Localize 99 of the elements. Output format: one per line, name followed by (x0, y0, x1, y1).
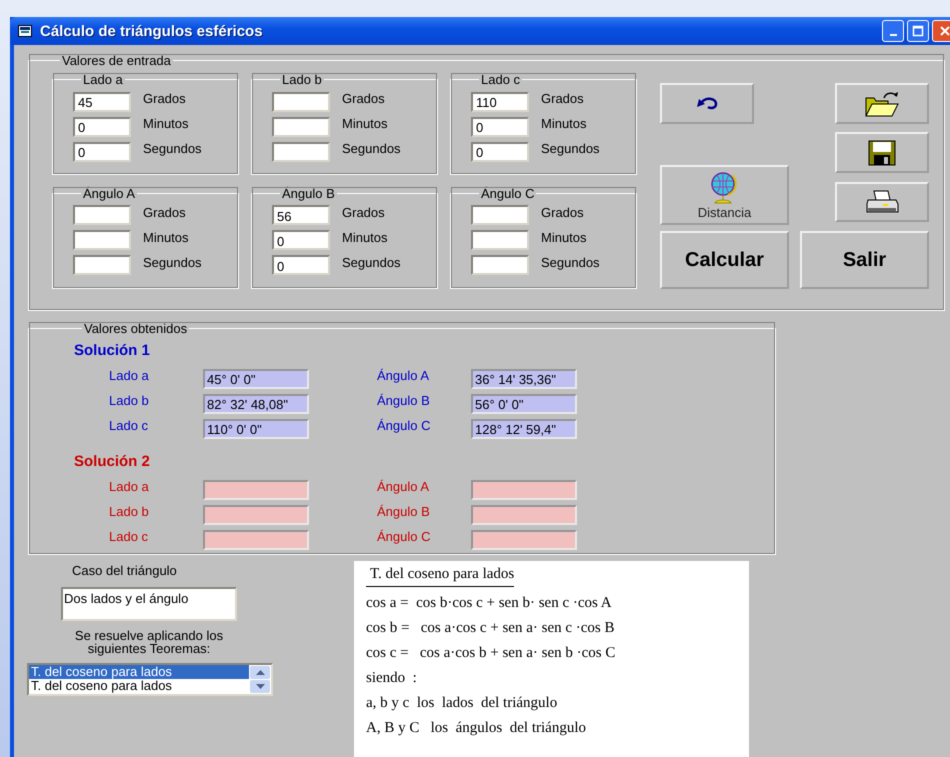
result-label: Ángulo B (377, 393, 431, 408)
calculate-button[interactable]: Calcular (660, 231, 789, 289)
field-label: Segundos (143, 141, 202, 156)
solution-title: Solución 1 (74, 342, 151, 361)
formula-title: T. del coseno para lados (366, 566, 514, 587)
field-label: Grados (541, 204, 584, 220)
group-title: Lado a (82, 72, 124, 87)
formula-line: cos b = cos a·cos c + sen a· sen c ·cos B (366, 620, 616, 638)
panel-title: Valores obtenidos (83, 321, 188, 336)
result-field: 45° 0' 0" (203, 368, 309, 388)
input-field[interactable] (73, 230, 131, 250)
result-field: 128° 12' 59,4" (471, 418, 577, 438)
result-field: 56° 0' 0" (471, 394, 577, 414)
formula-line: cos a = cos b·cos c + sen b· sen c ·cos A (366, 595, 613, 613)
undo-icon (694, 96, 720, 112)
distance-button[interactable]: Distancia (660, 165, 789, 225)
input-field[interactable] (272, 116, 330, 136)
case-field: Dos lados y el ángulo (61, 587, 237, 621)
formula-line: cos c = cos a·cos b + sen a· sen b ·cos C (366, 645, 616, 663)
result-label: Lado b (108, 504, 150, 519)
minimize-button[interactable] (882, 20, 904, 42)
field-label: Minutos (541, 230, 587, 244)
input-field[interactable]: 0 (471, 142, 529, 162)
list-item[interactable]: T. del coseno para lados (29, 679, 249, 693)
input-field[interactable] (471, 230, 529, 250)
printer-icon (865, 189, 899, 215)
field-label: Minutos (143, 116, 189, 131)
input-field[interactable] (73, 205, 131, 225)
field-label: Grados (143, 91, 186, 106)
window-title: Cálculo de triángulos esféricos (40, 22, 263, 40)
group-title: Lado b (281, 72, 323, 87)
undo-button[interactable] (660, 83, 754, 124)
field-label: Segundos (342, 141, 401, 156)
field-label: Segundos (342, 254, 401, 270)
formula-line: siendo : (366, 670, 418, 688)
open-button[interactable] (835, 83, 929, 124)
result-label: Ángulo A (377, 368, 430, 383)
group-title: Lado c (480, 72, 522, 87)
input-field[interactable] (471, 205, 529, 225)
field-label: Segundos (143, 254, 202, 270)
input-field[interactable]: 0 (471, 116, 529, 136)
field-label: Grados (342, 204, 385, 220)
exit-button[interactable]: Salir (800, 231, 929, 289)
up-arrow-icon (256, 670, 264, 675)
result-label: Lado c (108, 418, 150, 433)
result-field: 110° 0' 0" (203, 418, 309, 438)
field-label: Grados (143, 204, 186, 220)
case-label: Caso del triángulo (72, 563, 178, 578)
group-title: Ángulo B (281, 186, 336, 200)
result-label: Lado a (108, 368, 150, 383)
close-icon (939, 25, 950, 37)
input-field[interactable] (471, 255, 529, 275)
panel-title: Valores de entrada (61, 53, 172, 68)
result-label: Lado a (108, 479, 150, 494)
result-label: Ángulo A (377, 479, 430, 494)
input-field[interactable] (272, 142, 330, 162)
field-label: Grados (541, 91, 584, 106)
field-label: Minutos (342, 116, 388, 131)
input-field[interactable]: 110 (471, 92, 529, 112)
field-label: Minutos (541, 116, 587, 131)
input-field[interactable]: 0 (73, 116, 131, 136)
input-field[interactable] (272, 92, 330, 112)
folder-icon (864, 90, 900, 118)
maximize-icon (912, 25, 924, 37)
maximize-button[interactable] (907, 20, 929, 42)
field-label: Minutos (143, 230, 189, 244)
group-title: Ángulo C (480, 186, 536, 200)
field-label: Segundos (541, 254, 600, 270)
result-label: Lado b (108, 393, 150, 408)
window-icon (18, 25, 32, 37)
input-field[interactable]: 45 (73, 92, 131, 112)
formula-line: a, b y c los lados del triángulo (366, 695, 558, 713)
input-field[interactable]: 0 (272, 230, 330, 250)
group-title: Ángulo A (82, 186, 136, 200)
field-label: Segundos (541, 141, 600, 156)
theorem-list[interactable]: T. del coseno para lados T. del coseno para lados (27, 663, 273, 696)
scroll-down-button[interactable] (250, 680, 270, 693)
input-field[interactable]: 56 (272, 205, 330, 225)
field-label: Minutos (342, 230, 388, 244)
input-field[interactable] (73, 255, 131, 275)
result-field: 36° 14' 35,36" (471, 368, 577, 388)
result-field: 82° 32' 48,08" (203, 394, 309, 414)
solution-title: Solución 2 (74, 453, 151, 472)
result-label: Ángulo C (377, 529, 432, 544)
down-arrow-icon (256, 684, 264, 689)
list-item[interactable]: T. del coseno para lados (29, 665, 249, 679)
input-field[interactable]: 0 (272, 255, 330, 275)
save-button[interactable] (835, 132, 929, 173)
result-label: Ángulo C (377, 418, 432, 433)
floppy-icon (868, 140, 896, 166)
scroll-up-button[interactable] (250, 666, 270, 679)
input-field[interactable]: 0 (73, 142, 131, 162)
formula-line: A, B y C los ángulos del triángulo (366, 720, 587, 738)
result-label: Ángulo B (377, 504, 431, 519)
result-label: Lado c (108, 529, 150, 544)
minimize-icon (890, 34, 896, 36)
print-button[interactable] (835, 182, 929, 222)
theorems-label: Se resuelve aplicando los siguientes Teoremas: (74, 629, 224, 655)
field-label: Grados (342, 91, 385, 106)
